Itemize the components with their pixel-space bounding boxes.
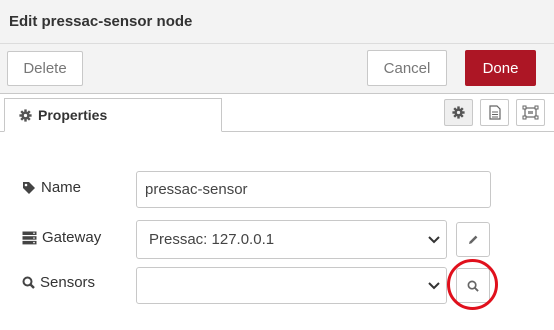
name-input[interactable]: pressac-sensor (136, 171, 491, 208)
description-icon (488, 105, 501, 120)
search-icon (22, 276, 35, 289)
sensors-label-text: Sensors (40, 274, 96, 291)
tab-properties[interactable]: Properties (4, 98, 222, 132)
dialog-toolbar: Delete Cancel Done (0, 44, 554, 94)
cancel-button[interactable]: Cancel (367, 50, 447, 86)
tag-icon (23, 181, 35, 194)
appearance-tab-button[interactable] (516, 99, 545, 126)
gateway-select-value: Pressac: 127.0.0.1 (149, 231, 275, 248)
gateway-select[interactable]: Pressac: 127.0.0.1 (136, 220, 447, 259)
name-label: Name (22, 179, 81, 196)
name-label-text: Name (41, 179, 82, 196)
description-tab-button[interactable] (480, 99, 509, 126)
node-properties-tab-button[interactable] (444, 99, 473, 126)
gear-icon (452, 106, 465, 119)
chevron-down-icon (428, 281, 440, 289)
dialog-header: Edit pressac-sensor node (0, 0, 554, 44)
gear-icon (19, 108, 32, 122)
pencil-icon (469, 235, 478, 244)
delete-button[interactable]: Delete (7, 51, 83, 86)
highlight-circle (447, 259, 498, 310)
done-button[interactable]: Done (465, 50, 536, 86)
gateway-label: Gateway (22, 229, 101, 246)
chevron-down-icon (428, 235, 440, 243)
tab-properties-label: Properties (38, 107, 108, 123)
sensors-select[interactable] (136, 267, 447, 304)
dialog-title: Edit pressac-sensor node (9, 13, 193, 30)
appearance-icon (522, 105, 539, 120)
server-icon (22, 231, 37, 244)
sensors-label: Sensors (22, 274, 95, 291)
edit-gateway-button[interactable] (456, 222, 490, 257)
gateway-label-text: Gateway (42, 229, 102, 246)
